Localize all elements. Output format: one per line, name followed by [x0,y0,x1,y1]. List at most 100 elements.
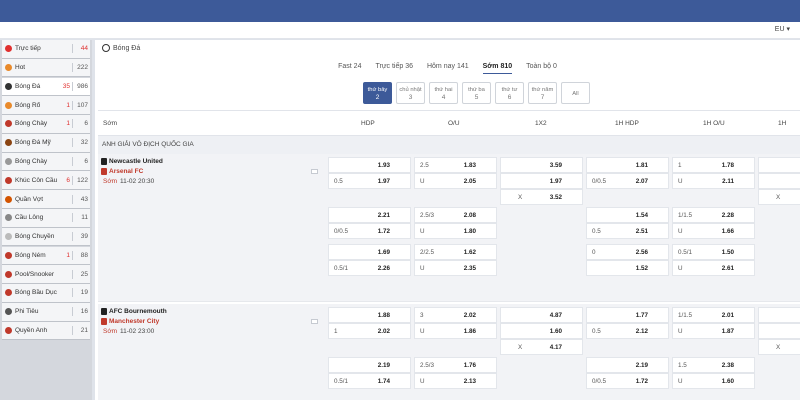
region-selector[interactable]: EU ▾ [775,25,790,33]
time-tab[interactable]: Sớm 810 [482,63,513,74]
sidebar-item[interactable]: Bóng Chuyền 39 [2,227,90,247]
under-odds[interactable]: U 1.86 [414,323,497,339]
time-tab[interactable]: Trực tiếp 36 [375,63,413,74]
home-crest-icon [101,158,107,165]
first-half-under[interactable]: U 2.61 [672,260,755,276]
home-win-odds[interactable]: 3.59 [500,157,583,173]
first-half-hdp-away[interactable]: 0/0.5 2.07 [586,173,669,189]
sidebar-item[interactable]: Bóng Bầu Dục 19 [2,284,90,303]
first-half-hdp-home[interactable]: 1.54 [586,207,669,223]
first-half-over[interactable]: 1 1.78 [672,157,755,173]
hdp-away-odds[interactable]: 0.5/1 1.74 [328,373,411,389]
first-half-hdp-home[interactable]: 0 2.56 [586,244,669,260]
first-half-over[interactable]: 1/1.5 2.01 [672,307,755,323]
sidebar-item[interactable]: Bóng Đá Mỹ 32 [2,133,90,153]
first-half-draw-odds[interactable]: X [758,189,800,205]
hdp-home-odds[interactable]: 2.19 [328,357,411,373]
first-half-hdp-home[interactable]: 2.19 [586,357,669,373]
header-stage: Sớm [103,120,118,127]
hdp-away-odds[interactable]: 0/0.5 1.72 [328,223,411,239]
day-button[interactable]: thứ bảy 2 [363,82,392,104]
day-button[interactable]: thứ ba 5 [462,82,491,104]
day-button[interactable]: thứ tư 6 [495,82,524,104]
over-odds[interactable]: 2.5/3 1.76 [414,357,497,373]
match-list: Newcastle United Arsenal FC Sớm 11-02 20:30… [98,154,800,400]
count-divider [72,288,73,298]
sport-icon [5,139,12,147]
over-odds[interactable]: 2.5 1.83 [414,157,497,173]
away-win-odds[interactable]: 1.60 [500,323,583,339]
sidebar-item[interactable]: Khúc Côn Cầu 6 122 [2,171,90,191]
first-half-home-odds[interactable] [758,157,800,173]
hdp-away-odds[interactable]: 0.5/1 2.26 [328,260,411,276]
home-team[interactable]: AFC Bournemouth [101,308,167,315]
first-half-draw-odds[interactable]: X [758,339,800,355]
ou-under-label: U [678,265,683,272]
sidebar-item[interactable]: Bóng Chày 1 6 [2,115,90,134]
under-odds[interactable]: U 2.05 [414,173,497,189]
day-button[interactable]: All [561,82,590,104]
under-odds[interactable]: U 2.35 [414,260,497,276]
sidebar-item[interactable]: Quyền Anh 21 [2,321,90,341]
time-tab[interactable]: Hôm nay 141 [427,63,469,74]
day-button[interactable]: thứ năm 7 [528,82,557,104]
time-tab[interactable]: Fast 24 [338,63,361,74]
hdp-home-odds[interactable]: 1.69 [328,244,411,260]
first-half-under[interactable]: U 1.87 [672,323,755,339]
first-half-home-odds[interactable] [758,307,800,323]
sidebar-item-count: 43 [80,195,88,203]
first-half-hdp-away[interactable]: 0/0.5 1.72 [586,373,669,389]
over-odds[interactable]: 2/2.5 1.62 [414,244,497,260]
odds-value: 1.66 [721,228,734,235]
sidebar-item[interactable]: Hot 222 [2,58,90,78]
match-block: Newcastle United Arsenal FC Sớm 11-02 20:30… [98,154,800,302]
first-half-away-odds[interactable] [758,173,800,189]
odds-value: 1.83 [463,162,476,169]
under-odds[interactable]: U 1.80 [414,223,497,239]
first-half-over[interactable]: 1/1.5 2.28 [672,207,755,223]
first-half-hdp-away[interactable]: 0.5 2.12 [586,323,669,339]
hdp-away-odds[interactable]: 0.5 1.97 [328,173,411,189]
hdp-home-odds[interactable]: 2.21 [328,207,411,223]
sidebar-item[interactable]: Quần Vợt 43 [2,190,90,209]
odds-value: 2.01 [721,312,734,319]
sidebar-item[interactable]: Bóng Chày 6 [2,152,90,172]
away-win-odds[interactable]: 1.97 [500,173,583,189]
over-odds[interactable]: 2.5/3 2.08 [414,207,497,223]
first-half-over[interactable]: 1.5 2.38 [672,357,755,373]
odds-value: 3.59 [549,162,562,169]
home-win-odds[interactable]: 4.87 [500,307,583,323]
expand-more-icon[interactable] [311,169,318,174]
first-half-under[interactable]: U 1.66 [672,223,755,239]
sidebar-item[interactable]: Cầu Lông 11 [2,209,90,228]
away-team[interactable]: Arsenal FC [101,168,143,175]
hdp-home-odds[interactable]: 1.88 [328,307,411,323]
away-team[interactable]: Manchester City [101,318,159,325]
sidebar-item[interactable]: Pool/Snooker 25 [2,265,90,284]
over-odds[interactable]: 3 2.02 [414,307,497,323]
sidebar-item[interactable]: Trực tiếp 44 [2,40,90,59]
draw-odds[interactable]: X 4.17 [500,339,583,355]
first-half-over[interactable]: 0.5/1 1.50 [672,244,755,260]
time-tab[interactable]: Toàn bộ 0 [526,63,557,74]
first-half-hdp-home[interactable]: 1.81 [586,157,669,173]
home-team[interactable]: Newcastle United [101,158,163,165]
first-half-hdp-home[interactable]: 1.77 [586,307,669,323]
sidebar-item[interactable]: Bóng Ném 1 88 [2,246,90,266]
first-half-under[interactable]: U 1.60 [672,373,755,389]
hdp-home-odds[interactable]: 1.93 [328,157,411,173]
first-half-away-odds[interactable] [758,323,800,339]
first-half-under[interactable]: U 2.11 [672,173,755,189]
first-half-hdp-away[interactable]: 1.52 [586,260,669,276]
sidebar-item[interactable]: Phi Tiêu 16 [2,302,90,322]
hdp-away-odds[interactable]: 1 2.02 [328,323,411,339]
sidebar-item[interactable]: Bóng Đá 35 986 [2,77,90,97]
expand-more-icon[interactable] [311,319,318,324]
sidebar-item[interactable]: Bóng Rổ 1 107 [2,96,90,115]
day-button[interactable]: chủ nhật 3 [396,82,425,104]
day-button[interactable]: thứ hai 4 [429,82,458,104]
draw-odds[interactable]: X 3.52 [500,189,583,205]
under-odds[interactable]: U 2.13 [414,373,497,389]
first-half-hdp-away[interactable]: 0.5 2.51 [586,223,669,239]
ou-under-label: U [678,378,683,385]
